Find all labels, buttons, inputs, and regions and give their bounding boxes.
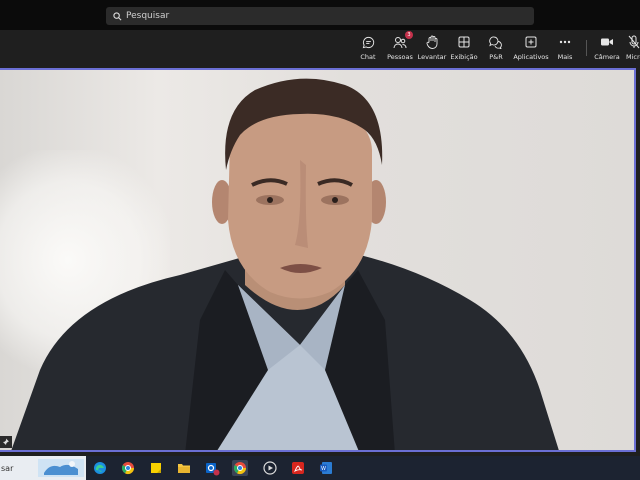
svg-text:W: W — [321, 466, 326, 472]
chat-button[interactable]: Chat — [359, 34, 377, 64]
qa-icon — [488, 34, 504, 50]
taskbar-search-text: sar — [1, 463, 14, 473]
people-count-badge: 3 — [405, 31, 413, 39]
mic-icon — [626, 34, 640, 50]
people-button[interactable]: 3 Pessoas — [387, 31, 413, 64]
people-label: Pessoas — [387, 53, 413, 61]
people-icon: 3 — [392, 31, 413, 50]
mic-button[interactable]: Micro — [626, 34, 640, 64]
chrome-icon[interactable] — [120, 460, 136, 476]
search-placeholder: Pesquisar — [126, 11, 170, 21]
toolbar-separator — [586, 40, 587, 56]
more-button[interactable]: Mais — [556, 34, 574, 64]
apps-button[interactable]: Aplicativos — [513, 34, 549, 64]
view-button[interactable]: Exibição — [450, 34, 478, 64]
outlook-icon[interactable] — [204, 460, 220, 476]
qa-button[interactable]: P&R — [487, 34, 505, 64]
meeting-toolbar: Chat 3 Pessoas Levantar Exibição P&R Apl… — [0, 30, 640, 66]
title-bar: Pesquisar — [0, 0, 640, 30]
video-feed[interactable] — [0, 68, 636, 452]
search-icon — [110, 9, 124, 23]
apps-label: Aplicativos — [513, 53, 549, 61]
search-box[interactable]: Pesquisar — [106, 7, 534, 25]
raise-hand-label: Levantar — [417, 53, 447, 61]
pin-icon[interactable] — [0, 436, 12, 448]
acrobat-icon[interactable] — [290, 460, 306, 476]
view-icon — [456, 34, 472, 50]
search-highlight-icon — [38, 459, 84, 477]
more-label: Mais — [557, 53, 573, 61]
camera-icon — [599, 34, 615, 50]
chat-icon — [360, 34, 376, 50]
camera-button[interactable]: Câmera — [594, 34, 620, 64]
qa-label: P&R — [489, 53, 503, 61]
chrome-icon[interactable] — [232, 460, 248, 476]
raise-hand-icon — [424, 34, 440, 50]
media-player-icon[interactable] — [262, 460, 278, 476]
word-icon[interactable]: W — [318, 460, 334, 476]
taskbar-search[interactable]: sar — [0, 456, 86, 480]
participant-video — [11, 78, 559, 450]
sticky-notes-icon[interactable] — [148, 460, 164, 476]
mic-label: Micro — [626, 53, 640, 61]
windows-taskbar: sar W — [0, 456, 640, 480]
edge-icon[interactable] — [92, 460, 108, 476]
chat-label: Chat — [360, 53, 376, 61]
more-icon — [557, 34, 573, 50]
raise-hand-button[interactable]: Levantar — [417, 34, 447, 64]
camera-label: Câmera — [594, 53, 620, 61]
file-explorer-icon[interactable] — [176, 460, 192, 476]
view-label: Exibição — [450, 53, 478, 61]
apps-icon — [523, 34, 539, 50]
